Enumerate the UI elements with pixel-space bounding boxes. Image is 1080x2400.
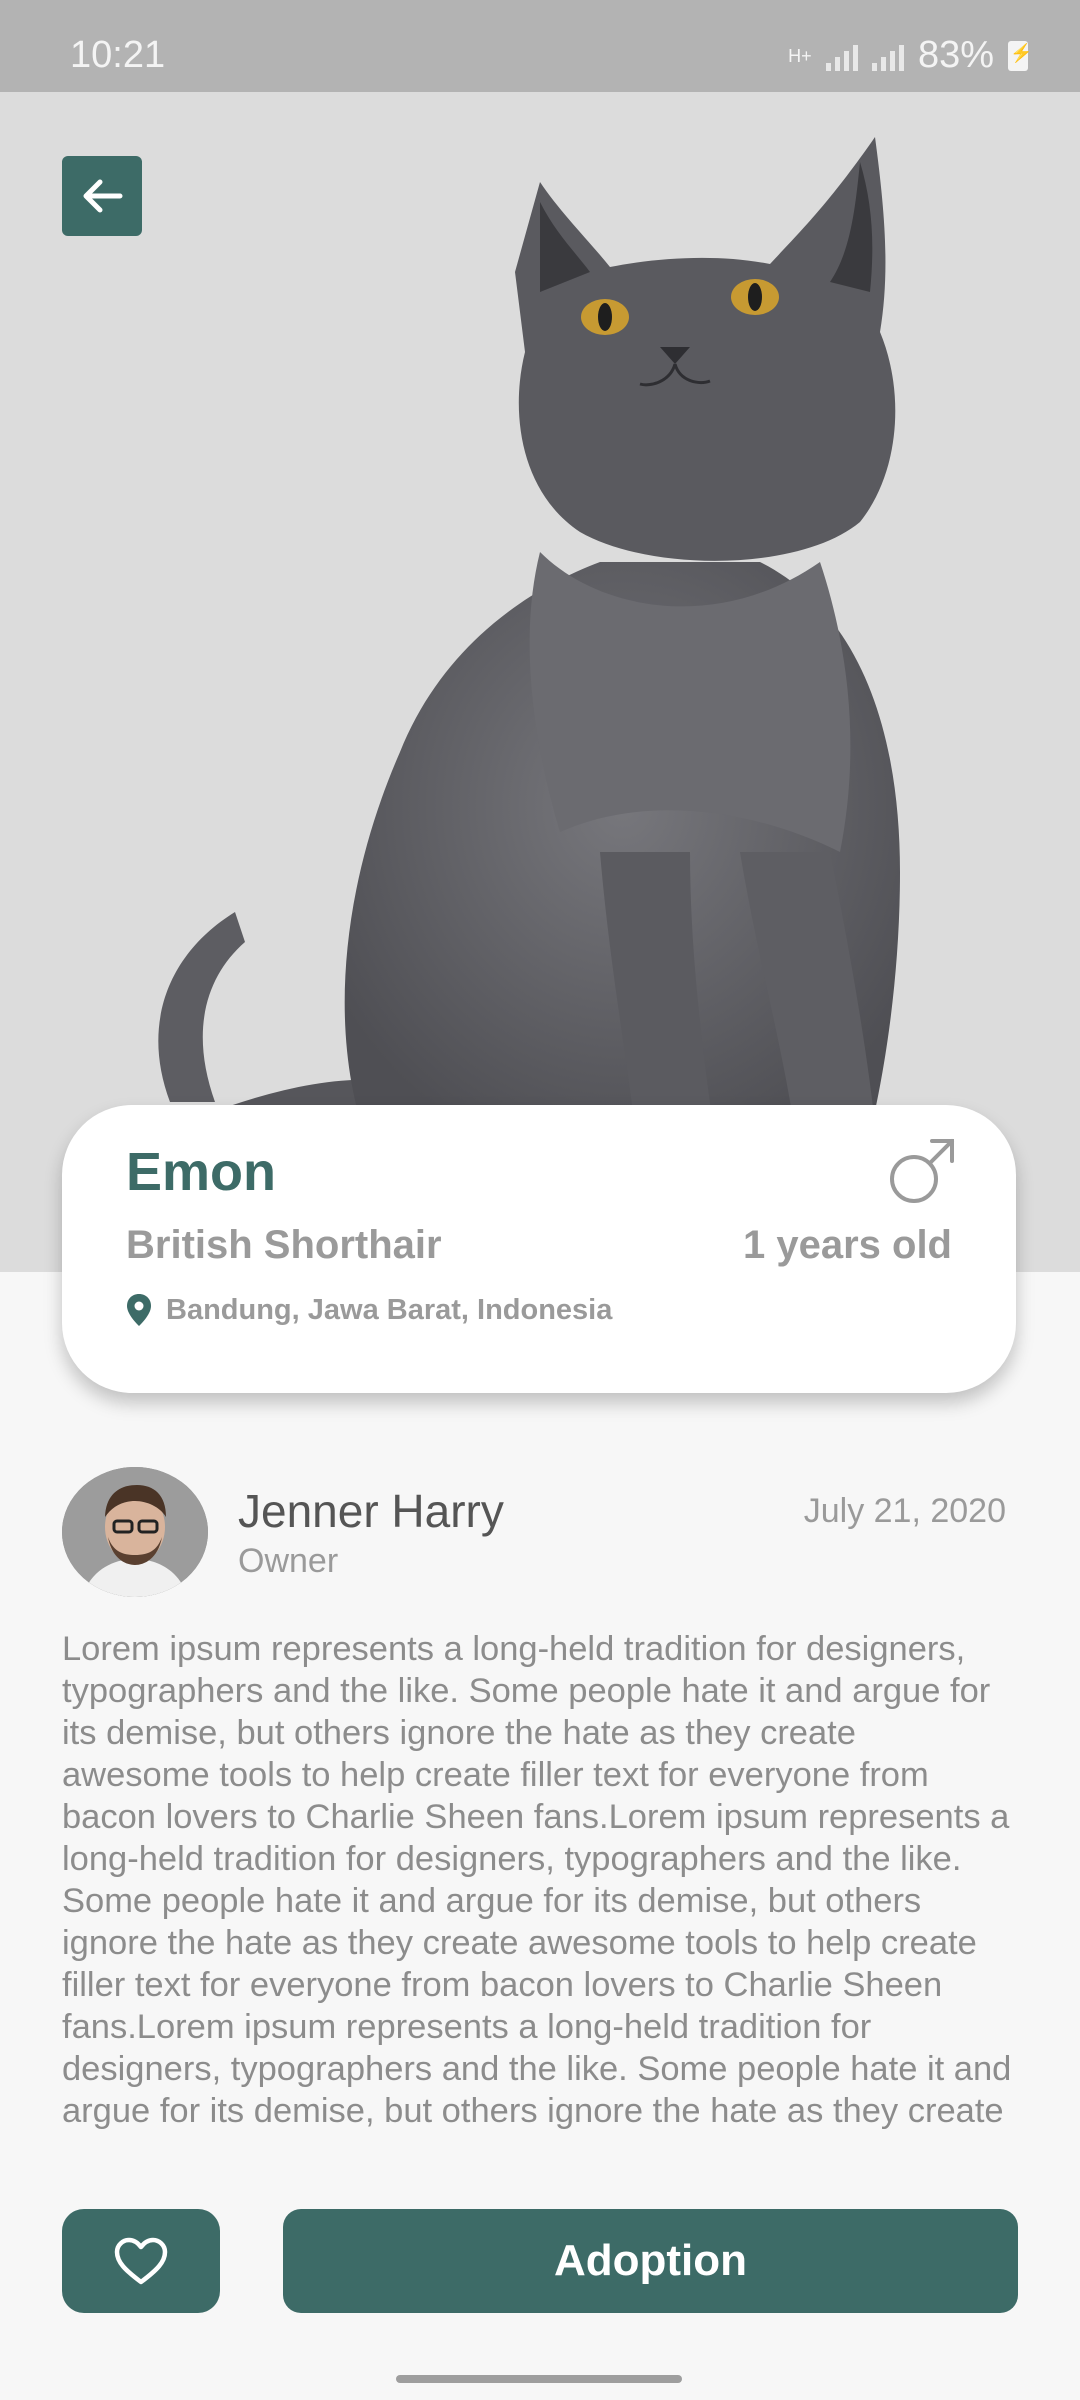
- pet-age: 1 years old: [742, 1223, 952, 1267]
- status-indicators: H+ 83%: [788, 34, 1032, 77]
- signal-icon: [825, 41, 858, 71]
- status-bar: 10:21 H+ 83%: [0, 0, 1080, 92]
- home-indicator[interactable]: [396, 2375, 682, 2383]
- location-text: Bandung, Jawa Barat, Indonesia: [166, 1293, 613, 1326]
- arrow-left-icon: [83, 179, 123, 213]
- owner-role: Owner: [238, 1542, 339, 1580]
- status-time: 10:21: [70, 34, 166, 76]
- avatar[interactable]: [62, 1467, 208, 1597]
- pet-photo: [0, 92, 1080, 1272]
- heart-icon: [114, 2237, 168, 2285]
- network-type: H+: [788, 45, 812, 66]
- post-date: July 21, 2020: [803, 1492, 1006, 1530]
- battery-icon: [1008, 40, 1032, 71]
- signal-icon-2: [871, 41, 904, 71]
- male-icon: [886, 1137, 956, 1212]
- favorite-button[interactable]: [62, 2209, 220, 2313]
- adoption-button[interactable]: Adoption: [283, 2209, 1018, 2313]
- back-button[interactable]: [62, 156, 142, 236]
- pet-info-card: Emon British Shorthair 1 years old Bandu…: [62, 1105, 1016, 1393]
- battery-percent: 83%: [917, 34, 994, 76]
- pet-description: Lorem ipsum represents a long-held tradi…: [62, 1630, 1012, 2130]
- location-pin-icon: [127, 1294, 151, 1326]
- pet-name: Emon: [126, 1142, 277, 1202]
- pet-location: Bandung, Jawa Barat, Indonesia: [126, 1293, 612, 1327]
- cat-illustration: [158, 137, 900, 1172]
- owner-name: Jenner Harry: [238, 1485, 504, 1537]
- pet-breed: British Shorthair: [126, 1223, 442, 1267]
